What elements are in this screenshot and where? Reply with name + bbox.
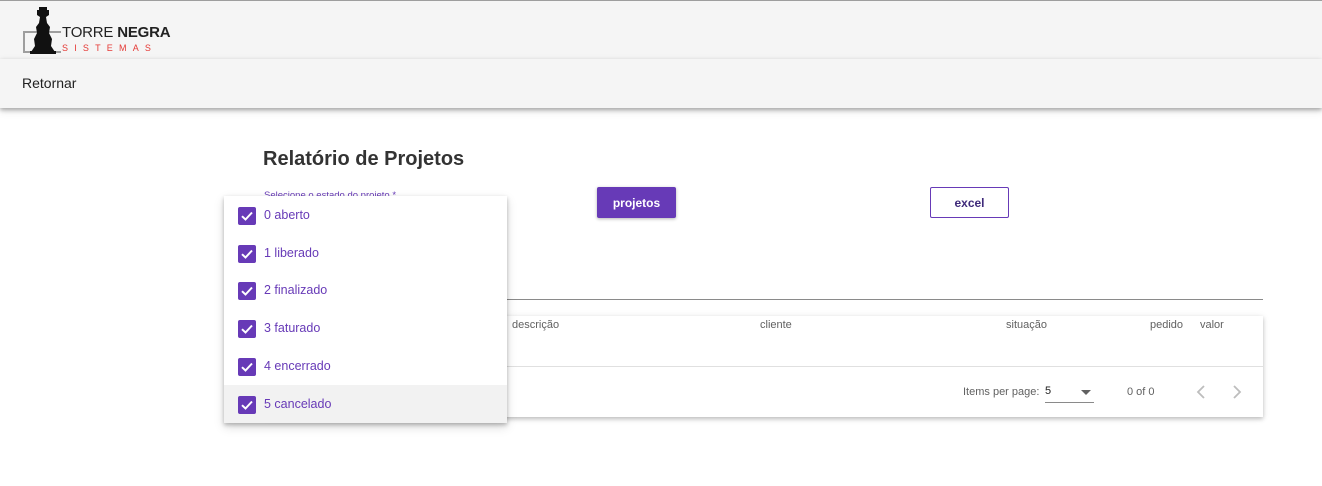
option-liberado[interactable]: 1 liberado (224, 234, 507, 272)
check-icon (241, 400, 253, 410)
projetos-button[interactable]: projetos (597, 187, 676, 218)
torre-negra-logo: TORRE NEGRA SISTEMAS (22, 6, 182, 54)
chevron-left-icon (1196, 385, 1205, 399)
page-range-label: 0 of 0 (1127, 386, 1155, 398)
check-icon (241, 211, 253, 221)
checkbox[interactable] (238, 245, 256, 263)
items-per-page-label: Items per page: (963, 386, 1040, 398)
option-label: 2 finalizado (264, 283, 328, 297)
column-header-cliente[interactable]: cliente (760, 319, 792, 332)
toolbar: Retornar (0, 59, 1322, 108)
tower-icon (30, 7, 56, 54)
option-label: 5 cancelado (264, 397, 332, 411)
option-faturado[interactable]: 3 faturado (224, 309, 507, 347)
excel-button[interactable]: excel (930, 187, 1009, 218)
next-page-button[interactable] (1225, 380, 1249, 404)
check-icon (241, 362, 253, 372)
previous-page-button[interactable] (1189, 380, 1213, 404)
option-label: 1 liberado (264, 246, 319, 260)
checkbox[interactable] (238, 207, 256, 225)
checkbox[interactable] (238, 396, 256, 414)
column-header-situacao[interactable]: situação (1006, 319, 1047, 332)
checkbox[interactable] (238, 320, 256, 338)
check-icon (241, 286, 253, 296)
back-button[interactable]: Retornar (22, 75, 76, 91)
column-header-pedido[interactable]: pedido (1150, 319, 1183, 332)
logo-word-regular: TORRE (62, 24, 118, 41)
option-finalizado[interactable]: 2 finalizado (224, 271, 507, 309)
top-header: TORRE NEGRA SISTEMAS (0, 0, 1322, 59)
page-title: Relatório de Projetos (263, 148, 465, 170)
option-encerrado[interactable]: 4 encerrado (224, 347, 507, 385)
option-cancelado[interactable]: 5 cancelado (224, 385, 507, 423)
option-label: 0 aberto (264, 208, 310, 222)
column-header-valor[interactable]: valor (1200, 319, 1224, 332)
check-icon (241, 249, 253, 259)
option-aberto[interactable]: 0 aberto (224, 196, 507, 234)
logo-wordmark: TORRE NEGRA (62, 24, 171, 41)
column-header-descricao[interactable]: descrição (512, 319, 559, 332)
checkbox[interactable] (238, 358, 256, 376)
page-size-select[interactable]: 5 (1045, 383, 1094, 403)
logo-word-bold: NEGRA (117, 24, 171, 41)
status-dropdown-panel: 0 aberto 1 liberado 2 finalizado 3 fatur… (224, 196, 507, 423)
option-label: 3 faturado (264, 321, 321, 335)
chevron-right-icon (1233, 385, 1242, 399)
logo-tagline: SISTEMAS (62, 43, 158, 53)
check-icon (241, 324, 253, 334)
option-label: 4 encerrado (264, 359, 331, 373)
checkbox[interactable] (238, 282, 256, 300)
page-size-value: 5 (1045, 385, 1052, 397)
caret-down-icon (1081, 390, 1091, 395)
